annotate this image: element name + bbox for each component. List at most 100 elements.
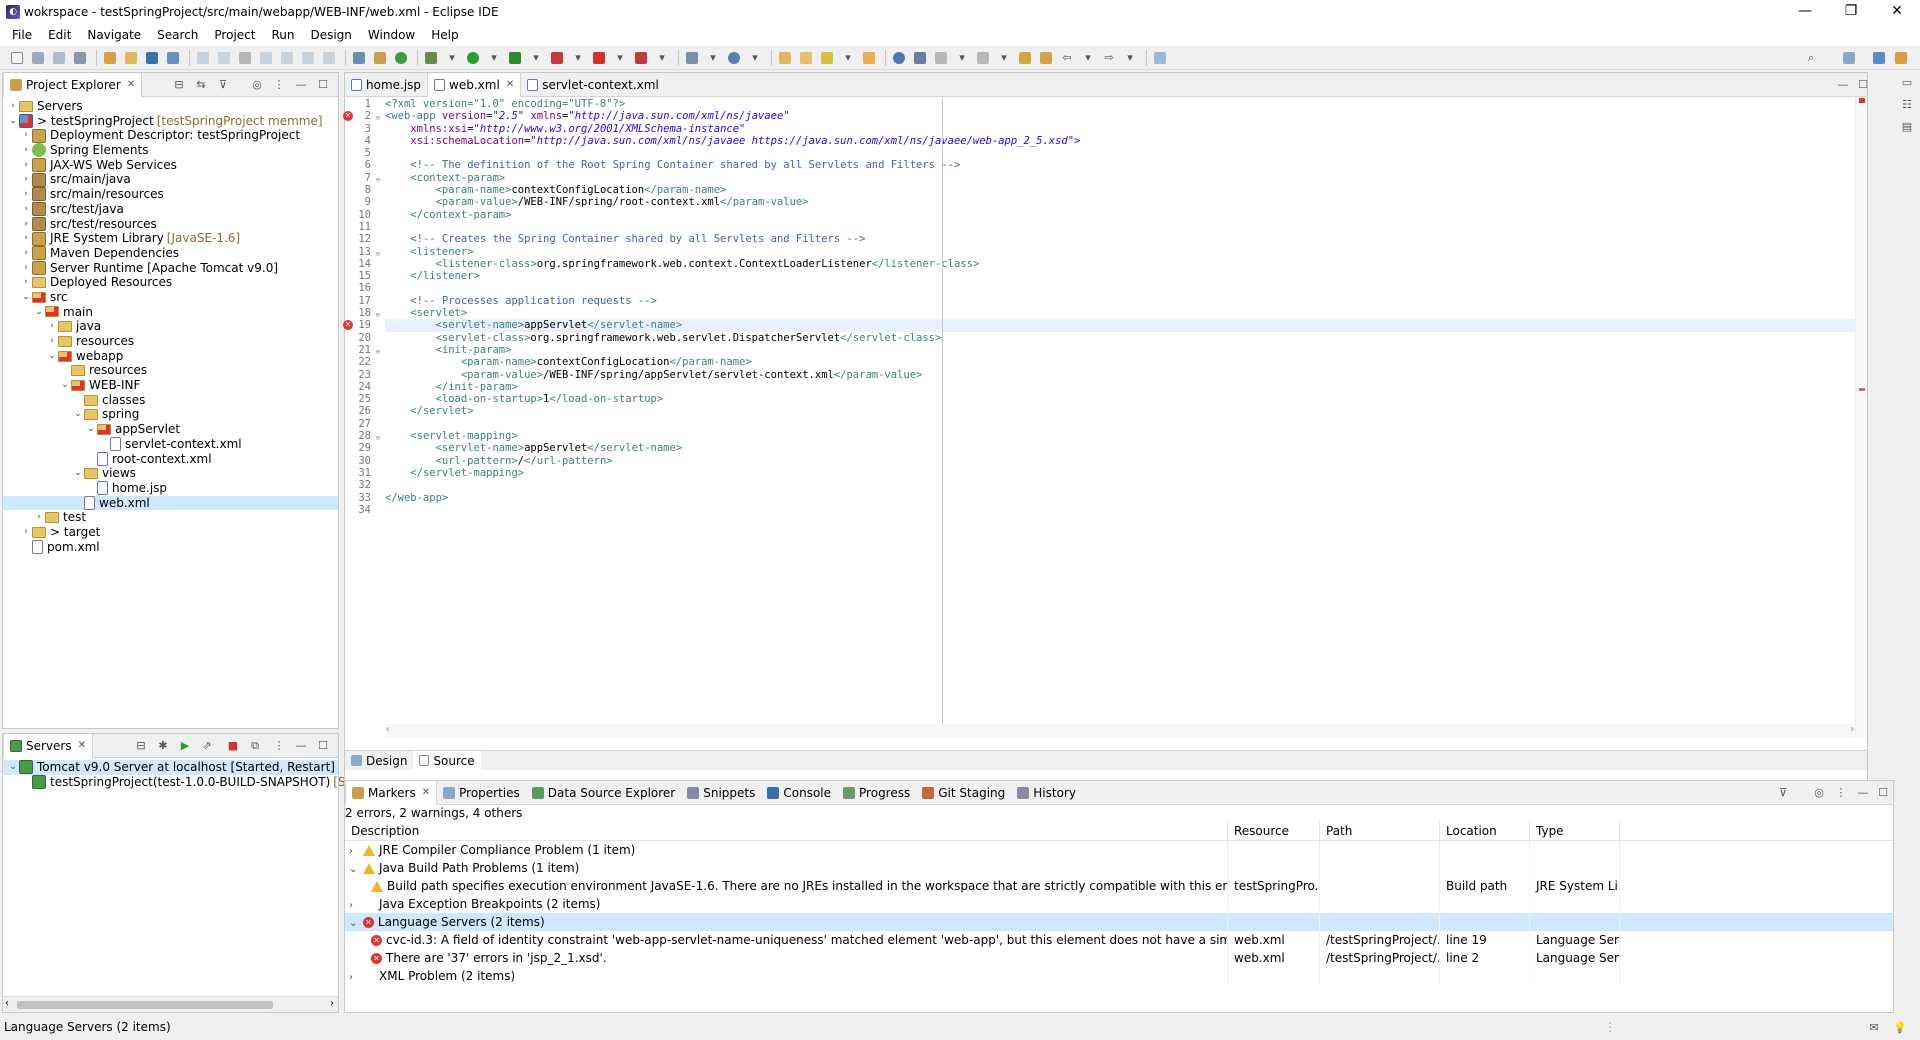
annotation-icon[interactable] (818, 50, 836, 66)
stop-server-icon[interactable] (590, 50, 608, 66)
chevron-down-icon[interactable]: ▾ (704, 50, 722, 66)
tree-item[interactable]: › test (3, 510, 338, 525)
code-line[interactable] (385, 147, 1867, 159)
tab-markers[interactable]: Markers ✕ (345, 780, 438, 805)
tree-item[interactable]: › src/test/java (3, 202, 338, 217)
profile-server-icon[interactable]: ⇗ (199, 738, 215, 754)
suspend-icon[interactable] (215, 50, 233, 66)
overview-error-mark[interactable] (1859, 388, 1865, 391)
chevron-right-icon[interactable]: › (20, 187, 32, 202)
new-server-icon[interactable] (683, 50, 701, 66)
open-perspective-icon[interactable] (1840, 50, 1858, 66)
chevron-right-icon[interactable]: › (20, 143, 32, 158)
collapse-all-icon[interactable]: ⊟ (133, 738, 149, 754)
terminal-icon[interactable] (143, 50, 161, 66)
resume-icon[interactable] (194, 50, 212, 66)
tree-item[interactable]: pom.xml (3, 540, 338, 555)
tree-item[interactable]: › Server Runtime [Apache Tomcat v9.0] (3, 261, 338, 276)
minimize-view-icon[interactable]: — (293, 77, 309, 93)
close-icon[interactable]: ✕ (422, 787, 430, 798)
menu-edit[interactable]: Edit (40, 28, 79, 42)
chevron-right-icon[interactable]: › (349, 897, 363, 913)
tab-history[interactable]: History (1011, 781, 1082, 805)
column-header[interactable]: Location (1440, 821, 1530, 840)
menu-design[interactable]: Design (302, 28, 359, 42)
refresh-icon[interactable] (392, 50, 410, 66)
chevron-down-icon[interactable]: ▾ (527, 50, 545, 66)
filter-icon[interactable]: ⊽ (1775, 785, 1791, 801)
focus-task-icon[interactable]: ◎ (249, 77, 265, 93)
tab-progress[interactable]: Progress (837, 781, 916, 805)
code-line[interactable]: <param-value>/WEB-INF/spring/root-contex… (385, 196, 1867, 208)
tree-item[interactable]: › Spring Elements (3, 143, 338, 158)
chevron-right-icon[interactable]: › (20, 261, 32, 276)
overview-error-mark[interactable] (1859, 98, 1865, 103)
link-editor-icon[interactable]: ⇆ (193, 77, 209, 93)
menu-run[interactable]: Run (263, 28, 302, 42)
chevron-down-icon[interactable]: ▾ (953, 50, 971, 66)
new-wizard-icon[interactable] (725, 50, 743, 66)
filter-icon[interactable]: ⊽ (215, 77, 231, 93)
toggle-mark-icon[interactable] (371, 50, 389, 66)
chevron-right-icon[interactable]: › (20, 231, 32, 246)
open-folder-icon[interactable] (776, 50, 794, 66)
code-line[interactable]: <!-- Creates the Spring Container shared… (385, 233, 1867, 245)
search-icon[interactable]: ⌕ (1802, 50, 1820, 66)
external-tools-icon[interactable] (548, 50, 566, 66)
close-icon[interactable]: ✕ (506, 79, 514, 90)
search-tool-icon[interactable] (164, 50, 182, 66)
column-header[interactable]: Description (345, 821, 1228, 840)
tree-item[interactable]: classes (3, 393, 338, 408)
scroll-left-icon[interactable]: ‹ (385, 724, 391, 735)
tree-item[interactable]: ⌄ views (3, 466, 338, 481)
error-marker-icon[interactable]: ✕ (343, 111, 353, 122)
tab-git-staging[interactable]: Git Staging (916, 781, 1011, 805)
tree-item[interactable]: ⌄ WEB-INF (3, 378, 338, 393)
chevron-right-icon[interactable]: › (20, 217, 32, 232)
code-line[interactable] (385, 282, 1867, 294)
chevron-right-icon[interactable]: › (20, 128, 32, 143)
chevron-down-icon[interactable]: ▾ (1079, 50, 1097, 66)
outline-icon[interactable]: ☷ (1899, 96, 1915, 112)
chevron-right-icon[interactable]: › (20, 202, 32, 217)
terminate-icon[interactable] (236, 50, 254, 66)
code-line[interactable]: <listener-class>org.springframework.web.… (385, 258, 1867, 270)
chevron-right-icon[interactable]: › (46, 334, 58, 349)
maximize-view-icon[interactable]: ☐ (1875, 785, 1891, 801)
chevron-right-icon[interactable]: › (7, 99, 19, 114)
code-line[interactable]: <!-- Processes application requests --> (385, 295, 1867, 307)
chevron-down-icon[interactable]: ⌄ (349, 861, 363, 877)
table-row[interactable]: › XML Problem (2 items) (345, 967, 1893, 985)
code-line[interactable]: <servlet> (385, 307, 1867, 319)
code-line[interactable]: </servlet-mapping> (385, 467, 1867, 479)
folder-link-icon[interactable] (860, 50, 878, 66)
task-list-icon[interactable]: ▤ (1899, 118, 1915, 134)
close-icon[interactable]: ✕ (78, 740, 86, 751)
code-line[interactable]: <servlet-name>appServlet</servlet-name> (385, 319, 1867, 332)
table-row[interactable]: › JRE Compiler Compliance Problem (1 item… (345, 841, 1893, 859)
maximize-view-icon[interactable]: ☐ (1855, 77, 1871, 93)
table-row[interactable]: ⌄ ✕ Language Servers (2 items) (345, 913, 1893, 931)
chevron-down-icon[interactable]: ⌄ (33, 305, 45, 320)
code-line[interactable]: <url-pattern>/</url-pattern> (385, 455, 1867, 467)
debug-icon[interactable] (422, 50, 440, 66)
chevron-down-icon[interactable]: ▾ (653, 50, 671, 66)
code-area[interactable]: 1 2 ✕ ⊖ 3 4 5 6 7 ⊖ 8 9 10 11 12 13 ⊖ 14 15 16 17 18 ⊖ 19 ✕ 20 21 ⊖… (343, 98, 1867, 738)
debug-server-icon[interactable]: ✱ (155, 738, 171, 754)
step-over-icon[interactable] (299, 50, 317, 66)
disconnect-icon[interactable] (257, 50, 275, 66)
java-ee-perspective-icon[interactable] (1870, 50, 1888, 66)
menu-help[interactable]: Help (423, 28, 466, 42)
chevron-right-icon[interactable]: › (20, 275, 32, 290)
horizontal-scrollbar[interactable]: ‹ › (385, 724, 1855, 738)
back-icon[interactable]: ⇦ (1058, 50, 1076, 66)
tab-design[interactable]: Design (345, 751, 413, 771)
tree-item[interactable]: › java (3, 319, 338, 334)
new-window-icon[interactable] (1151, 50, 1169, 66)
code-line[interactable]: <param-name>contextConfigLocation</param… (385, 184, 1867, 196)
code-line[interactable]: <param-name>contextConfigLocation</param… (385, 356, 1867, 368)
pin-icon[interactable] (911, 50, 929, 66)
coverage-icon[interactable] (506, 50, 524, 66)
chevron-right-icon[interactable]: › (349, 969, 363, 985)
column-header[interactable]: Type (1530, 821, 1620, 840)
